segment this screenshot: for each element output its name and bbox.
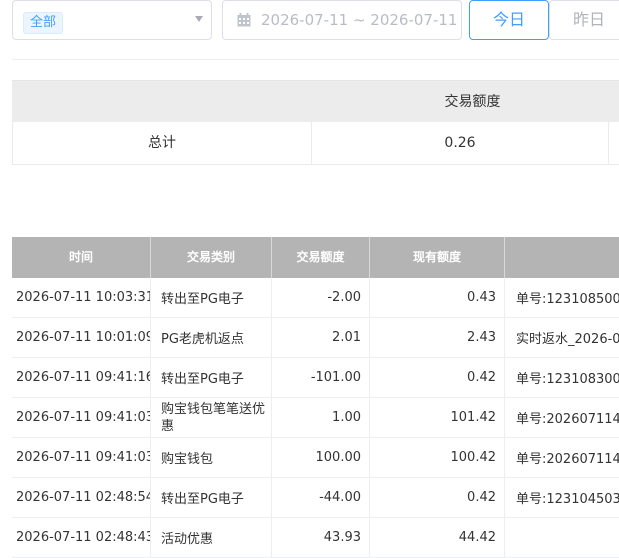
cell-balance: 0.42 [370,478,505,517]
category-tag[interactable]: 全部 [23,12,64,34]
cell-type: 活动优惠 [151,518,272,557]
cell-balance: 0.42 [370,358,505,397]
date-range-picker[interactable]: 2026-07-11 ~ 2026-07-11 [222,0,462,40]
cell-time: 2026-07-11 02:48:43 [12,518,151,557]
category-select[interactable]: 全部 [12,0,212,40]
calendar-icon [237,13,251,27]
caret-down-icon[interactable] [195,16,203,22]
cell-type: 购宝钱包 [151,438,272,477]
cell-balance: 2.43 [370,318,505,357]
cell-type: PG老虎机返点 [151,318,272,357]
cell-type: 转出至PG电子 [151,358,272,397]
cell-note: 单号:202607114 [516,452,619,467]
summary-row: 总计 0.26 [12,122,619,165]
cell-balance: 0.43 [370,278,505,317]
cell-note: 单号:202607114 [516,412,619,427]
yesterday-button[interactable]: 昨日 [549,0,619,40]
table-row: 2026-07-11 02:48:43 活动优惠 43.93 44.42 [12,518,619,558]
cell-type: 转出至PG电子 [151,278,272,317]
cell-amount: -2.00 [272,278,370,317]
date-range-text: 2026-07-11 ~ 2026-07-11 [261,11,458,29]
cell-note: 单号:123108500 [516,292,619,307]
cell-amount: -44.00 [272,478,370,517]
cell-balance: 101.42 [370,398,505,437]
summary-header-label: 交易额度 [444,94,501,110]
cell-time: 2026-07-11 02:48:54 [12,478,151,517]
cell-note [505,518,619,557]
cell-time: 2026-07-11 09:41:16 [12,358,151,397]
cell-time: 2026-07-11 09:41:03 [12,398,151,437]
cell-time: 2026-07-11 10:01:09 [12,318,151,357]
cell-type: 购宝钱包笔笔送优惠 [151,398,272,437]
summary-row-label: 总计 [148,135,176,151]
cell-amount: 1.00 [272,398,370,437]
cell-balance: 100.42 [370,438,505,477]
cell-note: 实时返水_2026-0 [516,332,619,347]
cell-type: 转出至PG电子 [151,478,272,517]
cell-amount: -101.00 [272,358,370,397]
table-row: 2026-07-11 10:01:09 PG老虎机返点 2.01 2.43 实时… [12,318,619,358]
column-header-balance: 现有额度 [370,237,505,278]
cell-note: 单号:123104503 [516,492,619,507]
column-header-type: 交易类别 [151,237,272,278]
column-header-time: 时间 [12,237,151,278]
divider [12,59,619,60]
cell-note: 单号:123108300 [516,372,619,387]
today-button[interactable]: 今日 [469,0,549,40]
table-row: 2026-07-11 02:48:54 转出至PG电子 -44.00 0.42 … [12,478,619,518]
summary-header: 交易额度 [12,80,619,122]
column-header-note [505,237,619,278]
transactions-table-header: 时间 交易类别 交易额度 现有额度 [12,237,619,278]
cell-amount: 2.01 [272,318,370,357]
cell-amount: 100.00 [272,438,370,477]
summary-divider [608,122,609,164]
summary-value: 0.26 [444,135,476,151]
cell-balance: 44.42 [370,518,505,557]
cell-time: 2026-07-11 10:03:31 [12,278,151,317]
table-row: 2026-07-11 09:41:16 转出至PG电子 -101.00 0.42… [12,358,619,398]
table-row: 2026-07-11 09:41:03 购宝钱包笔笔送优惠 1.00 101.4… [12,398,619,438]
cell-amount: 43.93 [272,518,370,557]
table-row: 2026-07-11 09:41:03 购宝钱包 100.00 100.42 单… [12,438,619,478]
column-header-amount: 交易额度 [272,237,370,278]
cell-time: 2026-07-11 09:41:03 [12,438,151,477]
table-row: 2026-07-11 10:03:31 转出至PG电子 -2.00 0.43 单… [12,278,619,318]
